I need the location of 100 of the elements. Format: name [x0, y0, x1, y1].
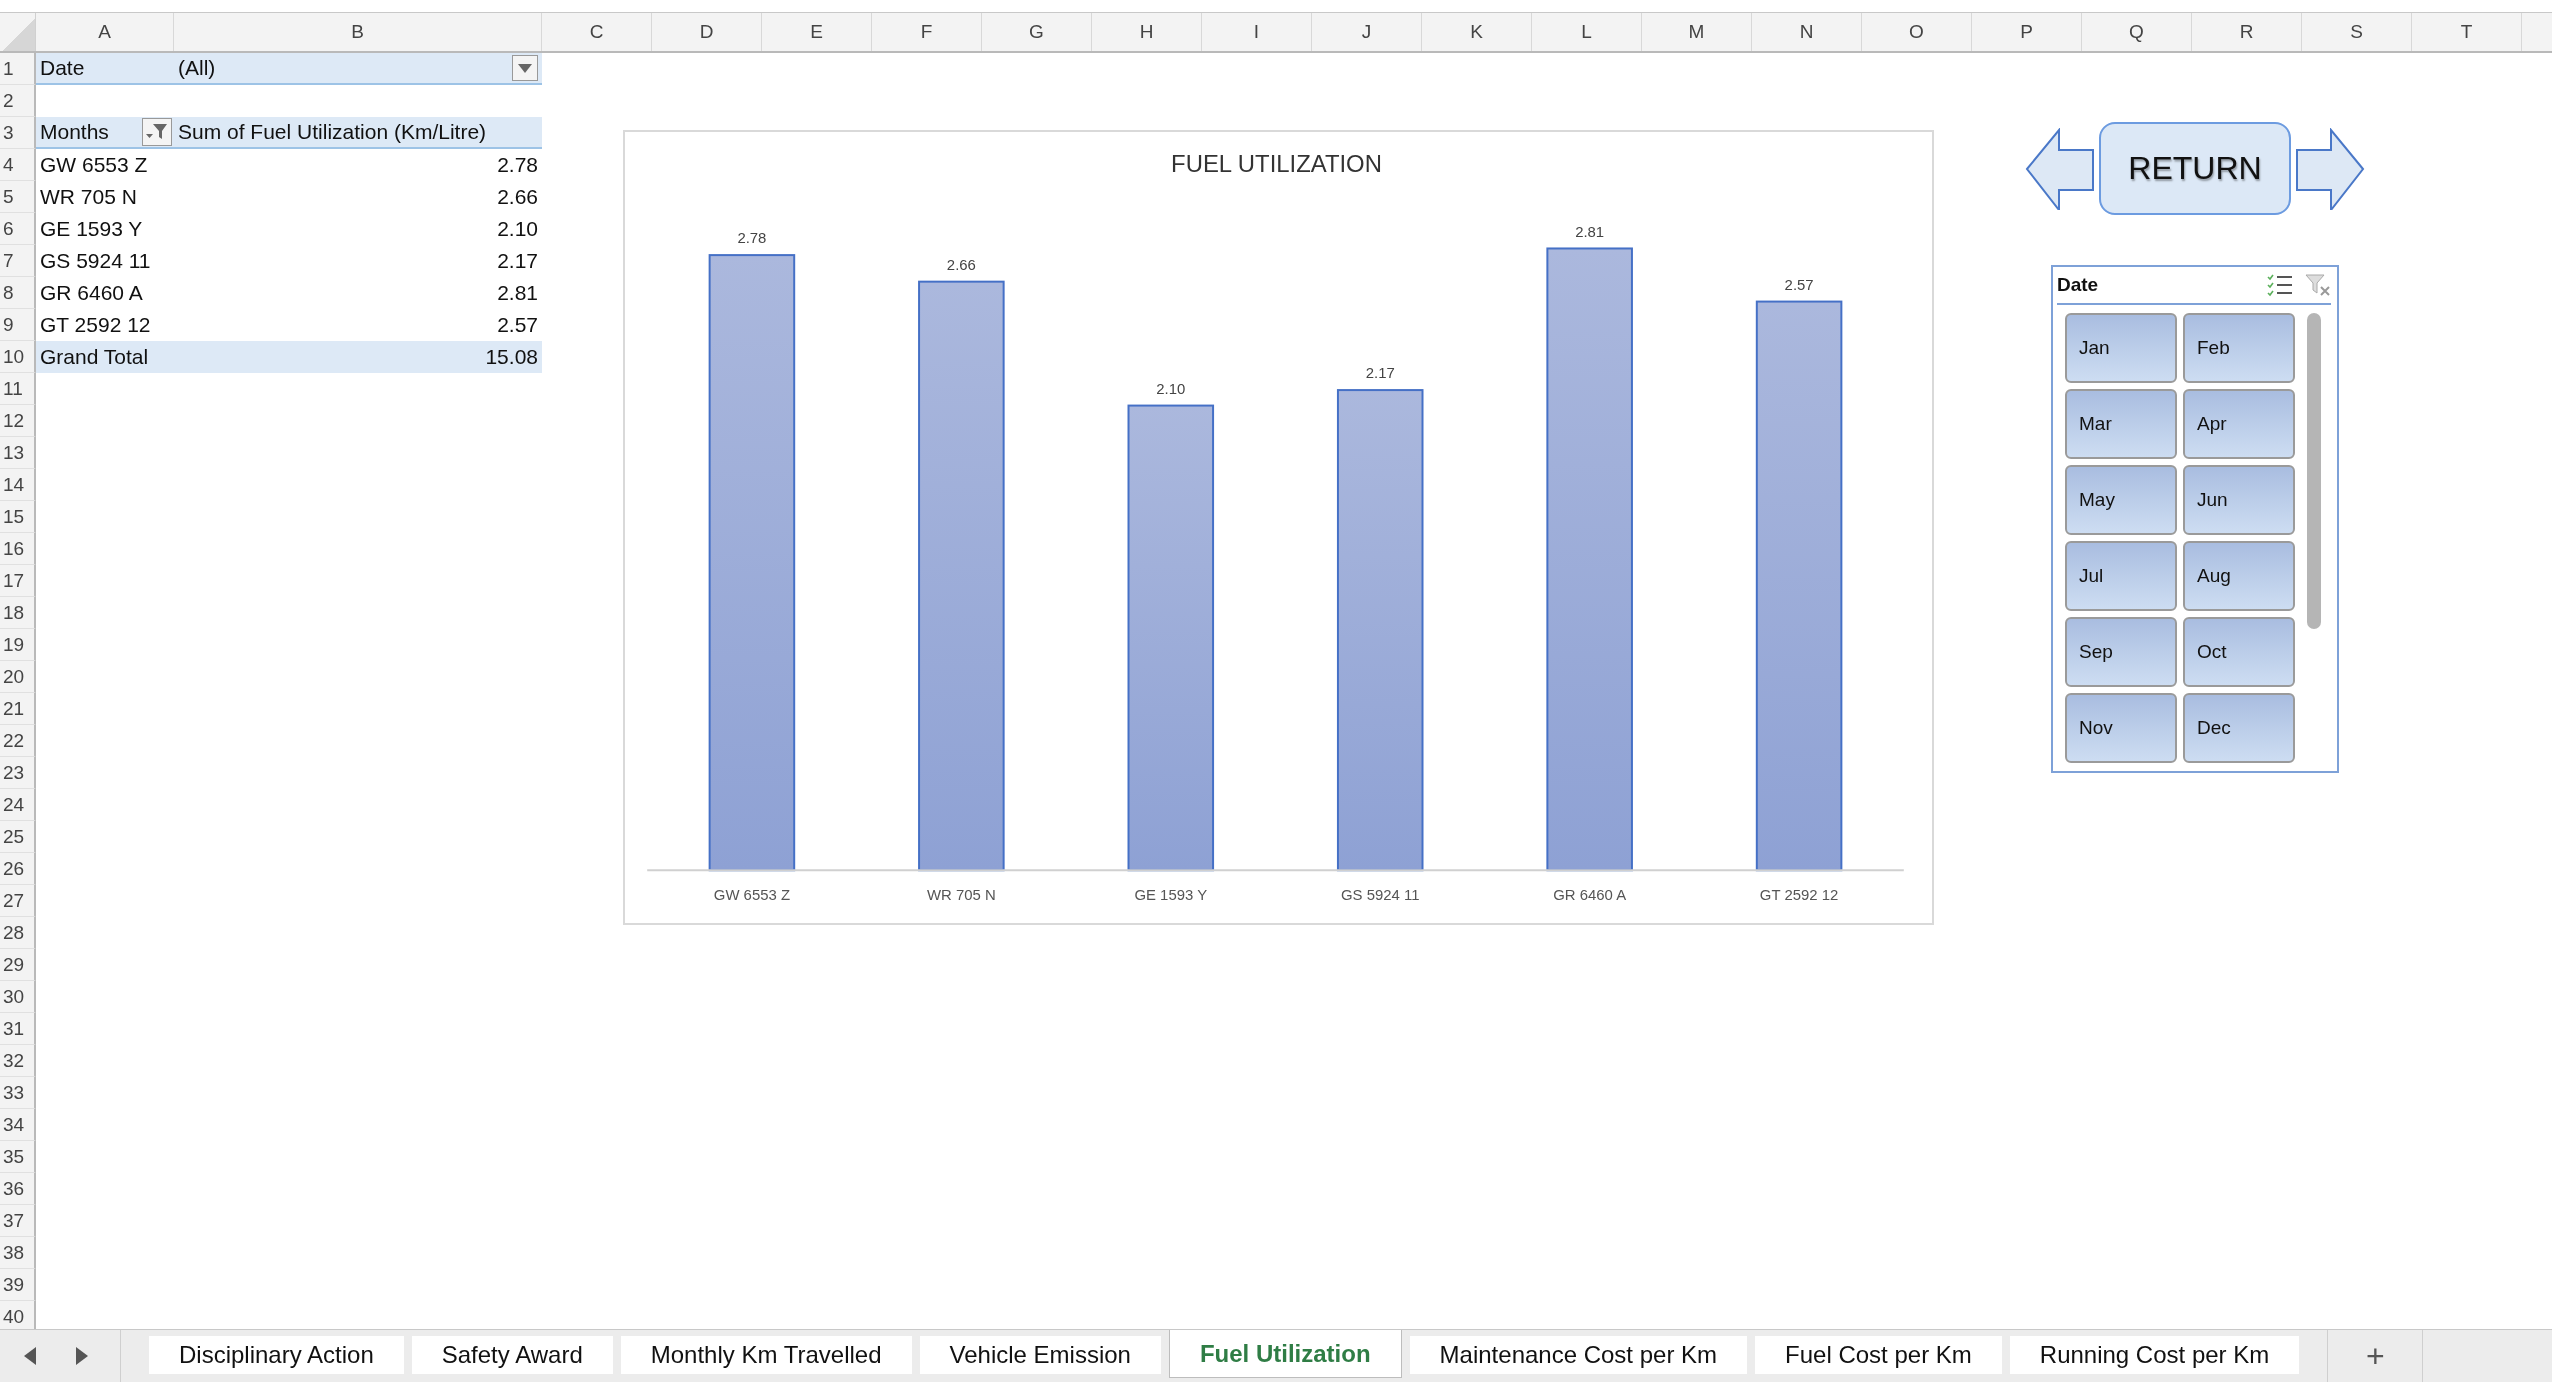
- row-number[interactable]: 23: [0, 757, 36, 789]
- row-number[interactable]: 12: [0, 405, 36, 437]
- row-number[interactable]: 19: [0, 629, 36, 661]
- row-number[interactable]: 9: [0, 309, 36, 341]
- row-number[interactable]: 34: [0, 1109, 36, 1141]
- right-arrow-icon: [2295, 127, 2365, 210]
- row-number[interactable]: 18: [0, 597, 36, 629]
- data-label: 2.66: [946, 255, 976, 273]
- column-header[interactable]: L: [1532, 13, 1642, 51]
- row-number[interactable]: 8: [0, 277, 36, 309]
- sheet-tab[interactable]: Maintenance Cost per Km: [1409, 1336, 1748, 1374]
- sheet-tab[interactable]: Monthly Km Travelled: [620, 1336, 912, 1374]
- table-cell: 2.78: [497, 153, 538, 177]
- slicer-item[interactable]: Mar: [2065, 389, 2177, 459]
- row-number[interactable]: 35: [0, 1141, 36, 1173]
- row-number[interactable]: 21: [0, 693, 36, 725]
- column-header[interactable]: N: [1752, 13, 1862, 51]
- dropdown-button[interactable]: [512, 55, 538, 81]
- column-header[interactable]: H: [1092, 13, 1202, 51]
- clear-filter-icon[interactable]: [2305, 273, 2331, 297]
- column-header[interactable]: G: [982, 13, 1092, 51]
- table-cell: 2.17: [497, 249, 538, 273]
- column-header[interactable]: D: [652, 13, 762, 51]
- slicer-item[interactable]: Dec: [2183, 693, 2295, 763]
- slicer-item[interactable]: Oct: [2183, 617, 2295, 687]
- sheet-tab[interactable]: Disciplinary Action: [149, 1336, 404, 1374]
- column-header[interactable]: Q: [2082, 13, 2192, 51]
- row-number[interactable]: 40: [0, 1301, 36, 1329]
- column-header[interactable]: B: [174, 13, 542, 51]
- column-header[interactable]: A: [36, 13, 174, 51]
- column-header[interactable]: C: [542, 13, 652, 51]
- axis-label: GR 6460 A: [1553, 886, 1627, 904]
- column-header[interactable]: S: [2302, 13, 2412, 51]
- row-number[interactable]: 24: [0, 789, 36, 821]
- column-header[interactable]: T: [2412, 13, 2522, 51]
- row-number[interactable]: 17: [0, 565, 36, 597]
- slicer-item[interactable]: Jan: [2065, 313, 2177, 383]
- row-number[interactable]: 26: [0, 853, 36, 885]
- sheet-tab[interactable]: Running Cost per Km: [2009, 1336, 2300, 1374]
- caret-icon: [518, 63, 532, 73]
- row-number[interactable]: 20: [0, 661, 36, 693]
- row-number[interactable]: 14: [0, 469, 36, 501]
- row-number[interactable]: 7: [0, 245, 36, 277]
- row-number[interactable]: 38: [0, 1237, 36, 1269]
- column-header[interactable]: E: [762, 13, 872, 51]
- row-number[interactable]: 32: [0, 1045, 36, 1077]
- row-number[interactable]: 2: [0, 85, 36, 117]
- row-number[interactable]: 27: [0, 885, 36, 917]
- column-header[interactable]: M: [1642, 13, 1752, 51]
- slicer-item[interactable]: May: [2065, 465, 2177, 535]
- row-number[interactable]: 39: [0, 1269, 36, 1301]
- slicer-item[interactable]: Jul: [2065, 541, 2177, 611]
- sheet-tab[interactable]: Fuel Utilization: [1168, 1330, 1402, 1378]
- axis-label: GT 2592 12: [1759, 886, 1839, 904]
- row-number[interactable]: 15: [0, 501, 36, 533]
- slicer-item[interactable]: Feb: [2183, 313, 2295, 383]
- row-number[interactable]: 30: [0, 981, 36, 1013]
- sheet-tab[interactable]: Safety Award: [411, 1336, 613, 1374]
- row-number[interactable]: 36: [0, 1173, 36, 1205]
- row-number[interactable]: 37: [0, 1205, 36, 1237]
- column-header[interactable]: O: [1862, 13, 1972, 51]
- slicer-item[interactable]: Aug: [2183, 541, 2295, 611]
- row-number[interactable]: 4: [0, 149, 36, 181]
- return-button[interactable]: RETURN: [2099, 122, 2291, 215]
- column-header[interactable]: R: [2192, 13, 2302, 51]
- row-number[interactable]: 10: [0, 341, 36, 373]
- row-number[interactable]: 11: [0, 373, 36, 405]
- axis-label: WR 705 N: [926, 886, 996, 904]
- filter-button[interactable]: [142, 118, 172, 146]
- chart-title: FUEL UTILIZATION: [1171, 149, 1382, 177]
- column-header[interactable]: J: [1312, 13, 1422, 51]
- row-number[interactable]: 6: [0, 213, 36, 245]
- column-header[interactable]: I: [1202, 13, 1312, 51]
- multi-select-icon[interactable]: [2267, 273, 2293, 297]
- row-number[interactable]: 25: [0, 821, 36, 853]
- table-cell: 2.66: [497, 185, 538, 209]
- row-number[interactable]: 1: [0, 53, 36, 85]
- row-number[interactable]: 29: [0, 949, 36, 981]
- column-header[interactable]: F: [872, 13, 982, 51]
- column-header[interactable]: P: [1972, 13, 2082, 51]
- row-number[interactable]: 13: [0, 437, 36, 469]
- table-cell: GR 6460 A: [40, 281, 143, 305]
- slicer-item[interactable]: Apr: [2183, 389, 2295, 459]
- row-number[interactable]: 31: [0, 1013, 36, 1045]
- sheet-tab[interactable]: Fuel Cost per Km: [1755, 1336, 2002, 1374]
- add-sheet-button[interactable]: +: [2327, 1330, 2424, 1382]
- slicer-item[interactable]: Jun: [2183, 465, 2295, 535]
- row-number[interactable]: 16: [0, 533, 36, 565]
- column-header[interactable]: K: [1422, 13, 1532, 51]
- row-number[interactable]: 3: [0, 117, 36, 149]
- scrollbar[interactable]: [2307, 313, 2321, 629]
- slicer-item[interactable]: Nov: [2065, 693, 2177, 763]
- sheet-tab[interactable]: Vehicle Emission: [919, 1336, 1161, 1374]
- row-number[interactable]: 22: [0, 725, 36, 757]
- left-arrow-icon: [2025, 127, 2095, 210]
- slicer-item[interactable]: Sep: [2065, 617, 2177, 687]
- row-number[interactable]: 5: [0, 181, 36, 213]
- table-cell: WR 705 N: [40, 185, 137, 209]
- row-number[interactable]: 28: [0, 917, 36, 949]
- row-number[interactable]: 33: [0, 1077, 36, 1109]
